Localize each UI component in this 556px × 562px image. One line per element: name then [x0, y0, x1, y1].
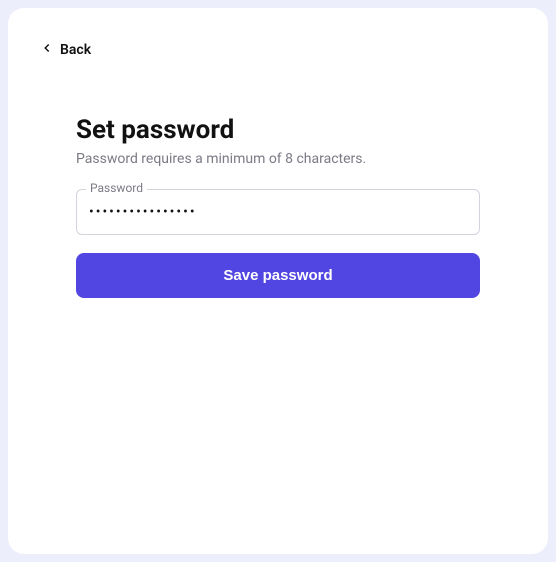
password-input[interactable] [76, 189, 480, 235]
back-button[interactable]: Back [40, 41, 91, 59]
content-area: Set password Password requires a minimum… [40, 115, 516, 298]
back-label: Back [60, 42, 91, 58]
password-field-wrap: Password [76, 189, 480, 235]
chevron-left-icon [40, 41, 54, 59]
save-password-button[interactable]: Save password [76, 253, 480, 298]
page-title: Set password [76, 115, 480, 145]
password-label: Password [86, 181, 147, 195]
auth-card: Back Set password Password requires a mi… [8, 8, 548, 554]
page-subtitle: Password requires a minimum of 8 charact… [76, 151, 480, 167]
